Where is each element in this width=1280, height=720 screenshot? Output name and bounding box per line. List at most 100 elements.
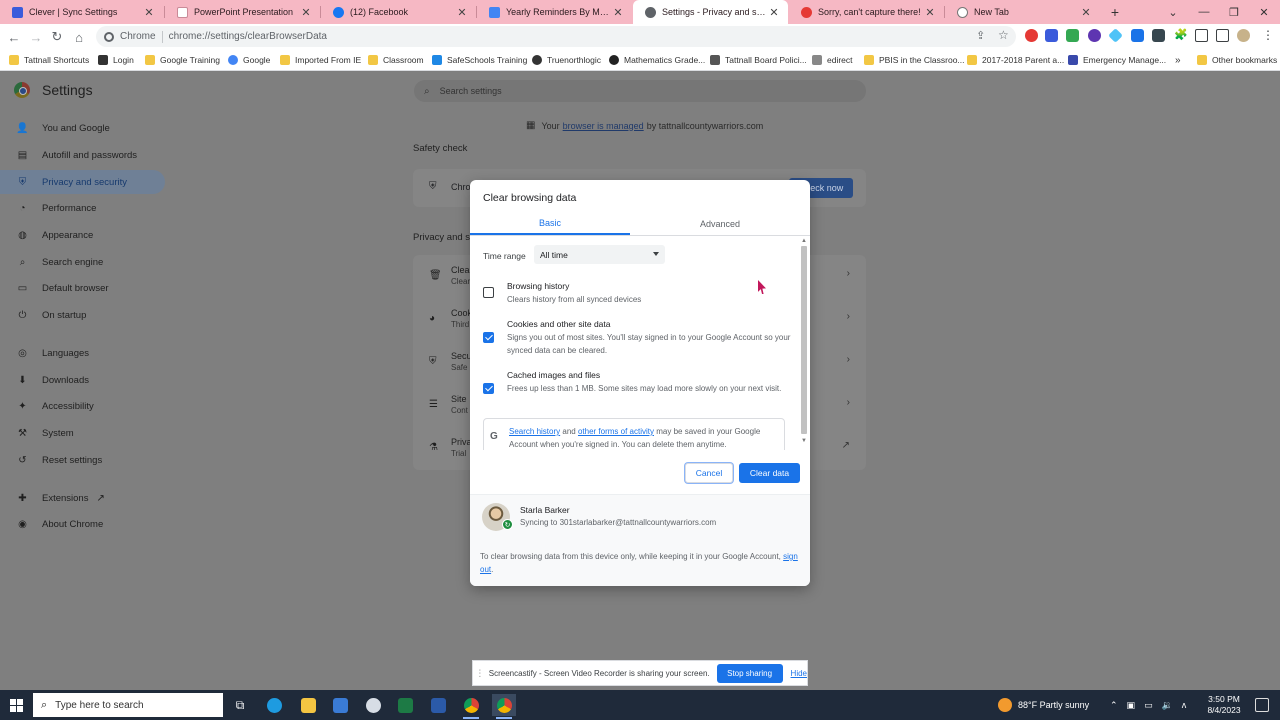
start-button[interactable] — [0, 690, 33, 720]
cached-images-checkbox[interactable] — [483, 383, 494, 394]
language-icon[interactable]: ʌ — [1182, 700, 1187, 710]
blue-extension-icon[interactable] — [1131, 29, 1144, 42]
sidebar-item-extensions[interactable]: ✚ Extensions ↗ — [0, 486, 165, 510]
bookmark-item[interactable]: edirect — [812, 53, 853, 67]
task-view-icon[interactable]: ⧉ — [228, 694, 252, 716]
cast-icon[interactable] — [1195, 29, 1208, 42]
share-icon[interactable]: ⇪ — [976, 29, 985, 42]
time-range-select[interactable]: All time — [534, 245, 665, 264]
managed-link[interactable]: browser is managed — [563, 121, 644, 131]
close-icon[interactable]: ✕ — [300, 6, 312, 19]
side-panel-icon[interactable] — [1216, 29, 1229, 42]
sidebar-item-you-and-google[interactable]: 👤 You and Google — [0, 116, 165, 140]
chrome-taskbar-icon-active[interactable] — [492, 694, 516, 719]
bookmark-item[interactable]: Emergency Manage... — [1068, 53, 1166, 67]
tab-powerpoint[interactable]: PowerPoint Presentation ✕ — [165, 0, 320, 24]
tab-screencastify[interactable]: Sorry, can't capture there! ✕ — [789, 0, 944, 24]
address-bar[interactable]: Chrome chrome://settings/clearBrowserDat… — [96, 26, 1016, 47]
stop-sharing-button[interactable]: Stop sharing — [716, 663, 783, 683]
search-settings-input[interactable]: ⌕ Search settings — [414, 80, 866, 102]
restore-icon[interactable]: ❐ — [1220, 0, 1248, 24]
tab-settings[interactable]: Settings - Privacy and security ✕ — [633, 0, 788, 24]
scroll-up-icon[interactable]: ▲ — [801, 238, 807, 244]
tab-clever[interactable]: Clever | Sync Settings ✕ — [0, 0, 163, 24]
forward-arrow-icon[interactable]: → — [27, 28, 45, 46]
sidebar-item-reset[interactable]: ↺ Reset settings — [0, 448, 165, 472]
bookmark-item[interactable]: Mathematics Grade... — [609, 53, 705, 67]
bookmark-item[interactable]: Imported From IE — [280, 53, 361, 67]
url-text[interactable]: chrome://settings/clearBrowserData — [169, 31, 327, 42]
weather-widget[interactable]: 88°F Partly sunny — [998, 690, 1089, 720]
chevron-up-icon[interactable]: ⌃ — [1110, 700, 1118, 711]
chrome-taskbar-icon[interactable] — [459, 694, 483, 719]
close-icon[interactable]: ✕ — [143, 6, 155, 19]
drag-handle-icon[interactable]: ⋮ — [473, 668, 487, 679]
bookmark-item[interactable]: PBIS in the Classroo... — [864, 53, 965, 67]
tab-advanced[interactable]: Advanced — [640, 213, 800, 235]
other-activity-link[interactable]: other forms of activity — [578, 427, 654, 436]
purple-extension-icon[interactable] — [1088, 29, 1101, 42]
hide-link[interactable]: Hide — [791, 669, 807, 678]
green-extension-icon[interactable] — [1066, 29, 1079, 42]
puzzle-icon[interactable]: 🧩 — [1174, 29, 1188, 42]
edge-icon[interactable] — [262, 694, 286, 716]
bookmark-item[interactable]: Google Training — [145, 53, 220, 67]
clever-extension-icon[interactable] — [1045, 29, 1058, 42]
mail-icon[interactable] — [328, 694, 352, 716]
bookmark-item[interactable]: Classroom — [368, 53, 424, 67]
scroll-down-icon[interactable]: ▼ — [801, 438, 807, 444]
taskbar-search-input[interactable]: ⌕ Type here to search — [33, 693, 223, 717]
clear-data-button[interactable]: Clear data — [739, 463, 800, 483]
close-icon[interactable]: ✕ — [768, 6, 780, 19]
bookmarks-overflow[interactable]: » — [1175, 53, 1181, 67]
minimize-icon[interactable]: — — [1190, 0, 1218, 24]
sidebar-item-privacy[interactable]: ⛨ Privacy and security — [0, 170, 165, 194]
sidebar-item-search-engine[interactable]: ⌕ Search engine — [0, 250, 165, 274]
close-icon[interactable]: ✕ — [612, 6, 624, 19]
email-client-icon[interactable] — [426, 694, 450, 716]
tab-facebook[interactable]: (12) Facebook ✕ — [321, 0, 476, 24]
sidebar-item-downloads[interactable]: ⬇ Downloads — [0, 368, 165, 392]
sidebar-item-languages[interactable]: ◎ Languages — [0, 341, 165, 365]
tab-new-tab[interactable]: New Tab ✕ — [945, 0, 1100, 24]
taskbar-clock[interactable]: 3:50 PM 8/4/2023 — [1204, 694, 1244, 716]
sidebar-item-autofill[interactable]: ▤ Autofill and passwords — [0, 143, 165, 167]
kebab-menu-icon[interactable]: ⋮ — [1262, 28, 1274, 42]
bookmark-item[interactable]: Tattnall Board Polici... — [710, 53, 807, 67]
sidebar-item-appearance[interactable]: ◍ Appearance — [0, 223, 165, 247]
volume-icon[interactable]: 🔉 — [1162, 700, 1173, 711]
bookmark-item[interactable]: 2017-2018 Parent a... — [967, 53, 1064, 67]
scroll-thumb[interactable] — [801, 246, 807, 434]
cookies-checkbox[interactable] — [483, 332, 494, 343]
edit-extension-icon[interactable] — [1152, 29, 1165, 42]
sidebar-item-system[interactable]: ⚒ System — [0, 421, 165, 445]
app-bird-icon[interactable] — [361, 694, 385, 716]
sidebar-item-default-browser[interactable]: ▭ Default browser — [0, 276, 165, 300]
close-window-icon[interactable]: ✕ — [1250, 0, 1278, 24]
cancel-button[interactable]: Cancel — [685, 463, 733, 483]
close-icon[interactable]: ✕ — [924, 6, 936, 19]
gallery-icon[interactable]: ▣ — [1127, 700, 1136, 711]
sidebar-item-on-startup[interactable]: ⏻ On startup — [0, 303, 165, 327]
network-icon[interactable]: ▭ — [1144, 700, 1153, 711]
bookmark-item[interactable]: Login — [98, 53, 134, 67]
sidebar-item-about-chrome[interactable]: ◉ About Chrome — [0, 512, 165, 536]
search-history-link[interactable]: Search history — [509, 427, 560, 436]
sidebar-item-accessibility[interactable]: ✦ Accessibility — [0, 394, 165, 418]
notification-icon[interactable] — [1255, 698, 1269, 712]
excel-icon[interactable] — [393, 694, 417, 716]
bookmark-item[interactable]: Google — [228, 53, 270, 67]
close-icon[interactable]: ✕ — [1080, 6, 1092, 19]
dialog-scrollbar[interactable]: ▲ ▼ — [800, 238, 808, 450]
back-arrow-icon[interactable]: ← — [5, 28, 23, 46]
sidebar-item-performance[interactable]: ◔ Performance — [0, 196, 165, 220]
tab-search-chevron-icon[interactable]: ⌄ — [1159, 0, 1187, 24]
new-tab-plus-icon[interactable]: + — [1101, 0, 1129, 24]
profile-avatar[interactable] — [1237, 29, 1250, 42]
bookmark-item[interactable]: Truenorthlogic — [532, 53, 601, 67]
bookmark-star-icon[interactable]: ☆ — [998, 28, 1009, 42]
screencastify-extension-icon[interactable] — [1025, 29, 1038, 42]
reload-icon[interactable]: ↻ — [48, 28, 66, 46]
tab-basic[interactable]: Basic — [470, 213, 630, 235]
bookmark-item[interactable]: SafeSchools Training — [432, 53, 527, 67]
